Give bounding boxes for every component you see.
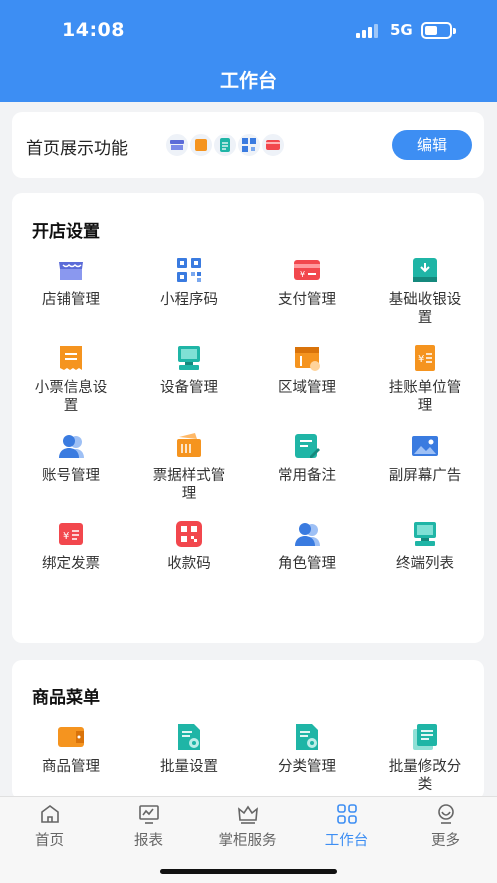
store-icon	[56, 255, 86, 285]
home-icon	[40, 805, 59, 823]
grid-item-bind-invoice[interactable]: ¥ 绑定发票	[12, 515, 130, 603]
grid-item-common-notes[interactable]: 常用备注	[248, 427, 366, 515]
invoice-icon: ¥	[56, 519, 86, 549]
nav-bar: 工作台	[0, 58, 497, 102]
grid-item-batch-edit-category[interactable]: 批量修改分类	[366, 718, 484, 800]
grid-item-payment-management[interactable]: ¥ 支付管理	[248, 251, 366, 339]
grid-item-receipt-settings[interactable]: 小票信息设置	[12, 339, 130, 427]
workbench-icon	[336, 804, 357, 824]
home-indicator	[160, 869, 337, 874]
grid-item-area-management[interactable]: 区域管理	[248, 339, 366, 427]
batch-edit-icon	[410, 722, 440, 752]
card-icon	[260, 132, 286, 158]
list-icon	[212, 132, 238, 158]
signal-icon	[356, 24, 380, 38]
shop-settings-card: 开店设置 店铺管理 小程序码 ¥ 支付管理 基础收银设置 小票信息设置 设备管理	[12, 193, 484, 643]
svg-text:¥: ¥	[418, 354, 424, 365]
grid-item-batch-settings[interactable]: 批量设置	[130, 718, 248, 800]
grid-item-account-management[interactable]: 账号管理	[12, 427, 130, 515]
section-title-shop: 开店设置	[32, 222, 100, 242]
grid-item-mini-program-code[interactable]: 小程序码	[130, 251, 248, 339]
wallet-icon	[174, 431, 204, 461]
image-icon	[410, 431, 440, 461]
role-icon	[292, 519, 322, 549]
crown-icon	[237, 805, 258, 824]
grid-item-store-management[interactable]: 店铺管理	[12, 251, 130, 339]
home-display-label: 首页展示功能	[26, 139, 128, 159]
battery-icon	[421, 22, 456, 39]
ticket-icon	[188, 132, 214, 158]
user-icon	[56, 431, 86, 461]
report-icon	[138, 805, 159, 824]
store-icon	[164, 132, 190, 158]
svg-text:¥: ¥	[63, 531, 69, 542]
grid-item-category-management[interactable]: 分类管理	[248, 718, 366, 800]
tab-shopkeeper-service[interactable]: 掌柜服务	[198, 803, 297, 850]
home-display-card: 首页展示功能 编辑	[12, 112, 484, 178]
qrcode-icon	[174, 255, 204, 285]
grid-item-terminal-list[interactable]: 终端列表	[366, 515, 484, 603]
device-icon	[174, 343, 204, 373]
ledger-icon: ¥	[410, 343, 440, 373]
tab-home[interactable]: 首页	[0, 803, 99, 850]
svg-text:¥: ¥	[300, 270, 305, 279]
qrcode-icon	[236, 132, 262, 158]
grid-item-payment-code[interactable]: 收款码	[130, 515, 248, 603]
status-time: 14:08	[62, 19, 125, 41]
grid-item-ledger-unit-management[interactable]: ¥ 挂账单位管理	[366, 339, 484, 427]
grid-item-ticket-style-management[interactable]: 票据样式管理	[130, 427, 248, 515]
grid-item-role-management[interactable]: 角色管理	[248, 515, 366, 603]
terminal-icon	[410, 519, 440, 549]
more-icon	[437, 804, 454, 824]
area-icon	[292, 343, 322, 373]
tab-workbench[interactable]: 工作台	[297, 803, 396, 850]
section-title-goods: 商品菜单	[32, 688, 100, 708]
grid-item-basic-cashier-settings[interactable]: 基础收银设置	[366, 251, 484, 339]
category-icon	[292, 722, 322, 752]
home-display-icons	[164, 132, 286, 158]
grid-item-secondary-screen-ads[interactable]: 副屏幕广告	[366, 427, 484, 515]
payment-card-icon: ¥	[292, 255, 322, 285]
tab-more[interactable]: 更多	[396, 803, 495, 850]
batch-setting-icon	[174, 722, 204, 752]
tab-report[interactable]: 报表	[99, 803, 198, 850]
cashier-icon	[410, 255, 440, 285]
network-label: 5G	[390, 21, 413, 39]
goods-menu-card: 商品菜单 商品管理 批量设置 分类管理 批量修改分类	[12, 660, 484, 800]
grid-item-goods-management[interactable]: 商品管理	[12, 718, 130, 800]
edit-button[interactable]: 编辑	[392, 130, 472, 160]
grid-item-device-management[interactable]: 设备管理	[130, 339, 248, 427]
note-icon	[292, 431, 322, 461]
page-title: 工作台	[219, 70, 277, 92]
receipt-icon	[56, 343, 86, 373]
status-bar: 14:08 5G	[0, 0, 497, 58]
goods-icon	[56, 722, 86, 752]
shop-settings-grid: 店铺管理 小程序码 ¥ 支付管理 基础收银设置 小票信息设置 设备管理 区域管理…	[12, 251, 484, 603]
payment-qrcode-icon	[174, 519, 204, 549]
goods-menu-grid: 商品管理 批量设置 分类管理 批量修改分类	[12, 718, 484, 800]
